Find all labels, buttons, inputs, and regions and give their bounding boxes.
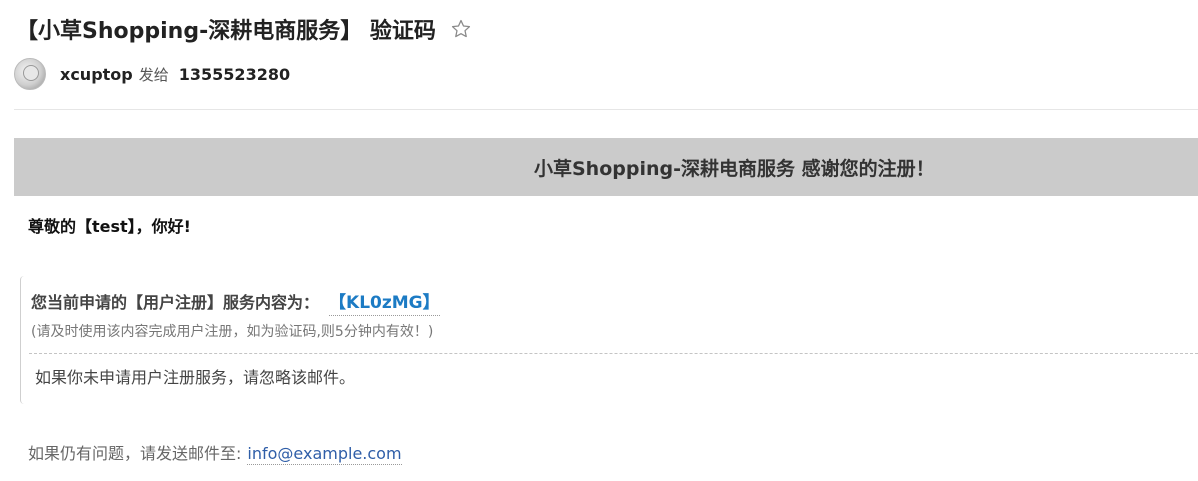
footer-email-link[interactable]: info@example.com: [247, 444, 402, 465]
ignore-notice: 如果你未申请用户注册服务，请忽略该邮件。: [35, 368, 356, 387]
service-info-block: 您当前申请的【用户注册】服务内容为： 【KL0zMG】 (请及时使用该内容完成用…: [20, 276, 1198, 404]
sent-to-label: 发给: [138, 65, 169, 84]
sender-name[interactable]: xcuptop: [60, 65, 133, 84]
star-icon[interactable]: [450, 18, 472, 40]
avatar[interactable]: [14, 58, 46, 90]
footer-prefix: 如果仍有问题，请发送邮件至:: [28, 444, 242, 463]
banner: 小草Shopping-深耕电商服务 感谢您的注册！: [14, 138, 1198, 196]
verification-code[interactable]: 【KL0zMG】: [329, 288, 440, 316]
service-line: 您当前申请的【用户注册】服务内容为： 【KL0zMG】: [31, 288, 440, 316]
header-divider: [14, 109, 1198, 110]
email-view: 【小草Shopping-深耕电商服务】 验证码 xcuptop 发给 13555…: [0, 0, 1198, 481]
greeting: 尊敬的【test】，你好!: [28, 217, 191, 236]
recipient[interactable]: 1355523280: [179, 65, 290, 84]
validity-note: (请及时使用该内容完成用户注册，如为验证码,则5分钟内有效！): [31, 324, 434, 340]
dashed-divider: [29, 353, 1198, 354]
banner-text: 小草Shopping-深耕电商服务 感谢您的注册！: [534, 157, 935, 180]
service-label: 您当前申请的【用户注册】服务内容为：: [31, 293, 320, 312]
email-header: 【小草Shopping-深耕电商服务】 验证码: [16, 13, 472, 45]
sender-row: xcuptop 发给 1355523280: [14, 58, 290, 90]
email-subject: 【小草Shopping-深耕电商服务】 验证码: [16, 19, 436, 44]
footer: 如果仍有问题，请发送邮件至: info@example.com: [28, 440, 402, 465]
